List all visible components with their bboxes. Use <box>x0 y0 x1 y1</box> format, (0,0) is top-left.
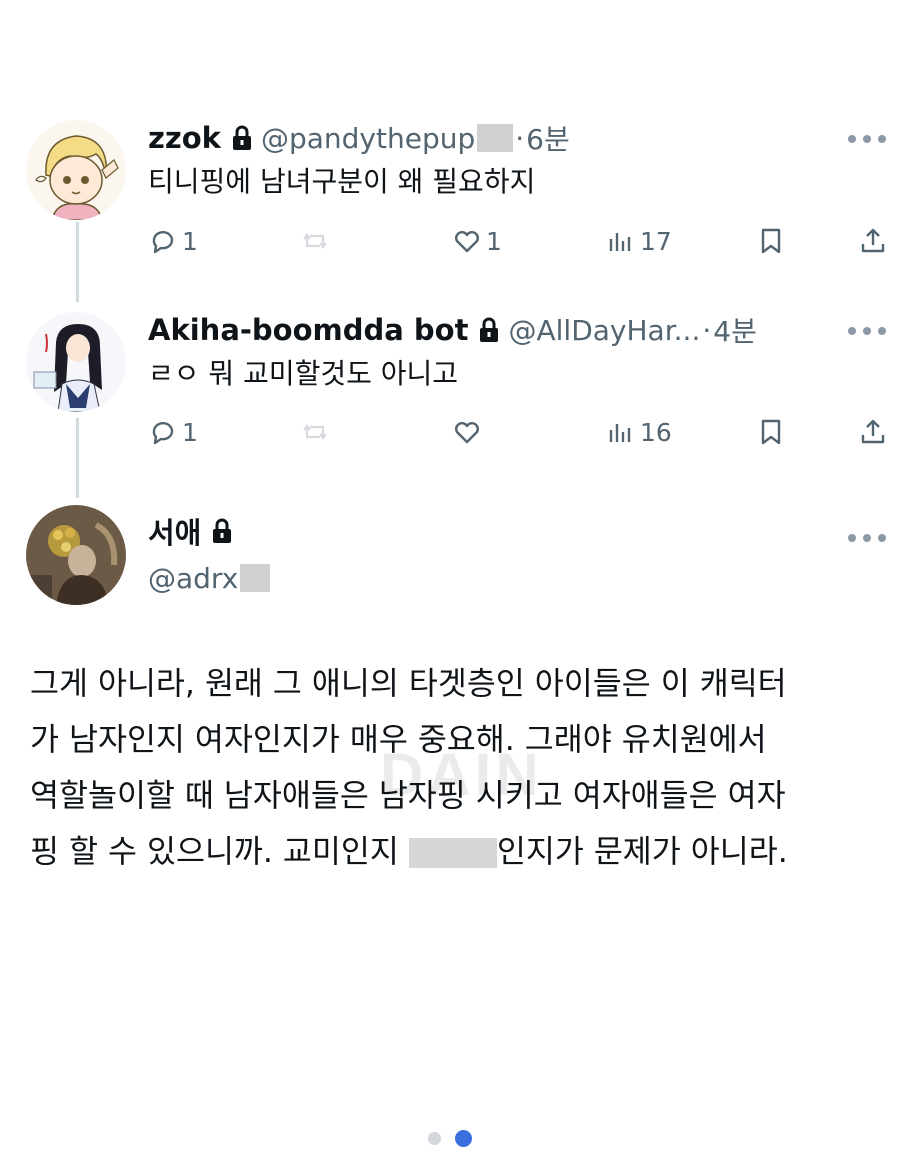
censor-block <box>477 124 514 152</box>
text-fragment: 인지가 문제가 아니라. <box>496 834 788 870</box>
text-line: 핑 할 수 있으니까. 교미인지 인지가 문제가 아니라. <box>30 824 880 880</box>
views-icon <box>609 424 631 442</box>
reply-count: 1 <box>182 417 198 447</box>
display-name[interactable]: zzok <box>148 121 221 155</box>
tweet-text: ㄹㅇ 뭐 교미할것도 아니고 <box>148 357 459 390</box>
separator: · <box>515 121 525 155</box>
reply-button[interactable]: 1 <box>148 412 198 452</box>
watermark: DAIN <box>380 741 543 808</box>
reply-button[interactable]: 1 <box>148 221 198 261</box>
more-icon[interactable] <box>848 531 886 545</box>
timestamp[interactable]: 6분 <box>526 118 570 158</box>
like-count: 1 <box>486 226 502 256</box>
tweet-handle-line: @adrx <box>148 558 271 598</box>
timestamp[interactable]: 4분 <box>713 310 757 350</box>
tweet-2[interactable]: Akiha-boomdda bot @AllDayHar... · 4분 ㄹㅇ … <box>0 310 900 460</box>
tweet-text: 티니핑에 남녀구분이 왜 필요하지 <box>148 165 536 198</box>
tweet-header: Akiha-boomdda bot @AllDayHar... · 4분 <box>148 310 757 350</box>
display-name[interactable]: 서애 <box>148 510 201 552</box>
handle[interactable]: @pandythepup <box>261 122 475 155</box>
more-icon[interactable] <box>848 132 886 146</box>
like-icon <box>454 421 480 444</box>
page-dot-active[interactable] <box>455 1129 472 1147</box>
handle[interactable]: @adrx <box>148 562 238 595</box>
text-fragment: 핑 할 수 있으니까. 교미인지 <box>30 834 409 870</box>
tweet-1[interactable]: zzok @pandythepup · 6분 티니핑에 남녀구분이 왜 필요하지… <box>0 118 900 268</box>
like-icon <box>454 230 480 253</box>
like-button[interactable]: 1 <box>452 221 502 261</box>
tweet-3[interactable]: 서애 @adrx <box>0 505 900 615</box>
avatar-image <box>26 120 126 220</box>
share-button[interactable] <box>858 221 892 261</box>
avatar[interactable] <box>26 312 126 412</box>
page-indicator <box>0 1128 900 1148</box>
retweet-button[interactable] <box>300 221 334 261</box>
retweet-icon <box>303 233 327 249</box>
bookmark-button[interactable] <box>756 412 790 452</box>
lock-icon <box>231 125 253 151</box>
like-button[interactable] <box>452 412 486 452</box>
lock-icon <box>211 518 233 544</box>
bookmark-button[interactable] <box>756 221 790 261</box>
reply-count: 1 <box>182 226 198 256</box>
page-dot[interactable] <box>428 1131 441 1145</box>
reply-icon <box>152 422 174 445</box>
retweet-button[interactable] <box>300 412 334 452</box>
handle[interactable]: @AllDayHar... <box>508 314 700 347</box>
view-count: 16 <box>640 417 672 447</box>
action-bar: 1 1 17 <box>148 221 890 261</box>
reply-icon <box>152 231 174 254</box>
censor-block <box>240 564 271 592</box>
avatar[interactable] <box>26 120 126 220</box>
tweet-header: 서애 <box>148 511 241 551</box>
more-icon[interactable] <box>848 324 886 338</box>
bookmark-icon <box>761 419 781 445</box>
text-line: 그게 아니라, 원래 그 애니의 타겟층인 아이들은 이 캐릭터 <box>30 666 787 702</box>
share-button[interactable] <box>858 412 892 452</box>
bookmark-icon <box>761 228 781 254</box>
tweet-header: zzok @pandythepup · 6분 <box>148 118 570 158</box>
censor-block <box>408 838 497 868</box>
action-bar: 1 16 <box>148 412 890 452</box>
separator: · <box>702 313 712 347</box>
share-icon <box>861 419 885 444</box>
avatar-image <box>26 505 126 605</box>
lock-icon <box>478 317 500 343</box>
retweet-icon <box>303 424 327 440</box>
views-icon <box>609 233 631 251</box>
views-button[interactable]: 16 <box>606 412 672 452</box>
views-button[interactable]: 17 <box>606 221 672 261</box>
view-count: 17 <box>640 226 672 256</box>
share-icon <box>861 228 885 253</box>
avatar[interactable] <box>26 505 126 605</box>
display-name[interactable]: Akiha-boomdda bot <box>148 313 468 347</box>
avatar-image <box>26 312 126 412</box>
